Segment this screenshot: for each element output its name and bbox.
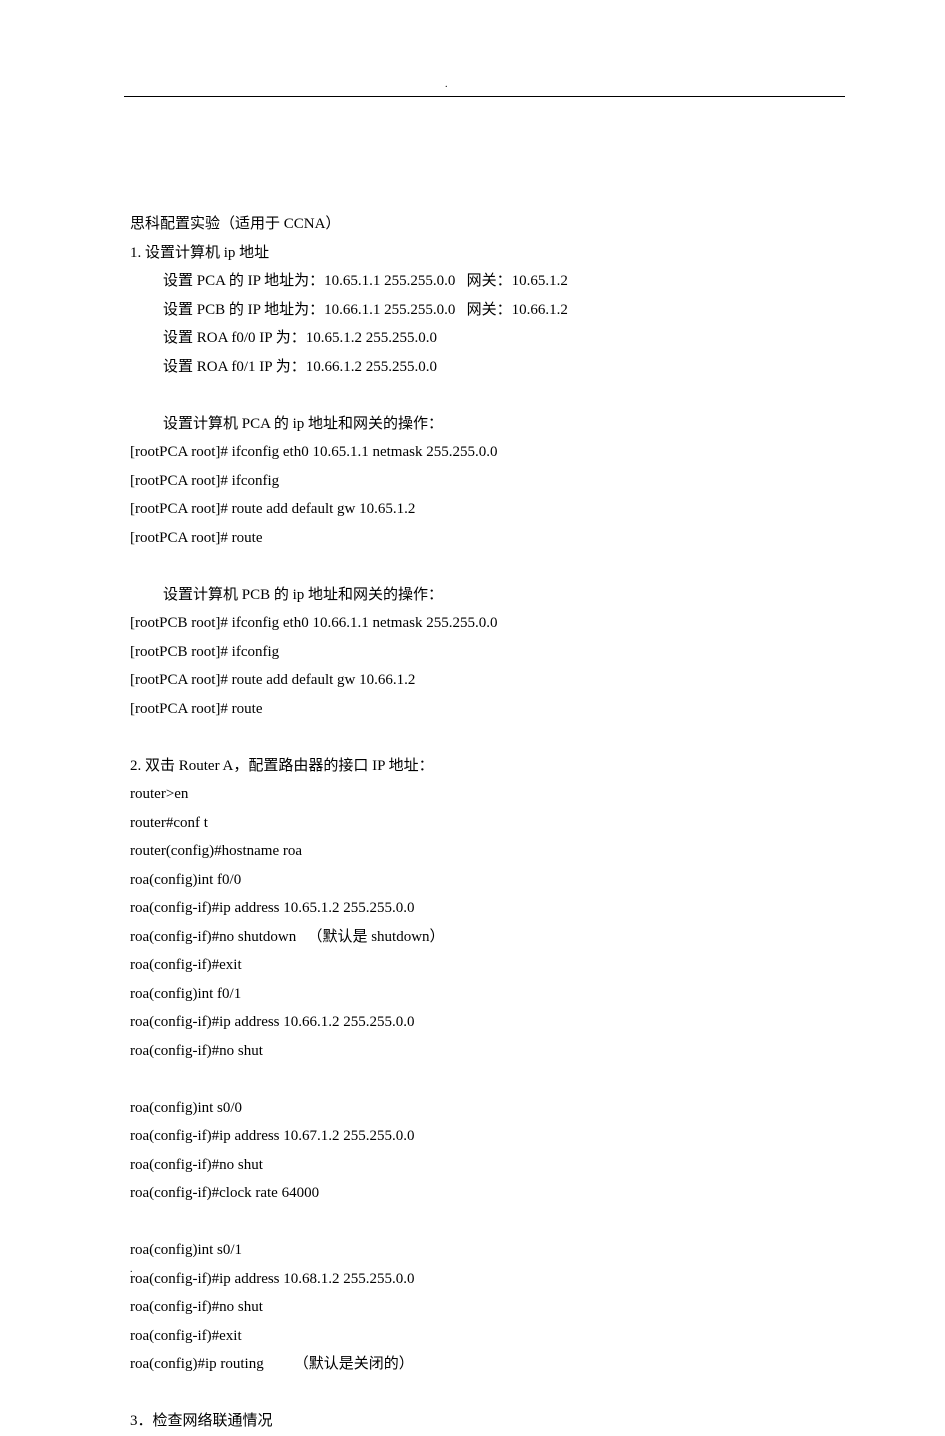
section-3-heading: 3．检查网络联通情况 [130, 1407, 845, 1436]
header-rule [124, 96, 845, 97]
cli-line: roa(config-if)#no shutdown （默认是 shutdown… [130, 923, 845, 952]
cli-line: roa(config-if)#exit [130, 1322, 845, 1351]
terminal-line: [rootPCA root]# route [130, 695, 845, 724]
cli-line: roa(config)#ip routing （默认是关闭的） [130, 1350, 845, 1379]
section-1-heading: 1. 设置计算机 ip 地址 [130, 239, 845, 268]
cli-line: roa(config-if)#no shut [130, 1037, 845, 1066]
terminal-line: [rootPCA root]# ifconfig eth0 10.65.1.1 … [130, 438, 845, 467]
config-line: 设置 PCA 的 IP 地址为：10.65.1.1 255.255.0.0 网关… [130, 267, 845, 296]
cli-line: roa(config-if)#no shut [130, 1151, 845, 1180]
config-line: 设置 PCB 的 IP 地址为：10.66.1.1 255.255.0.0 网关… [130, 296, 845, 325]
cli-line: roa(config-if)#ip address 10.66.1.2 255.… [130, 1008, 845, 1037]
config-line: 设置 ROA f0/0 IP 为：10.65.1.2 255.255.0.0 [130, 324, 845, 353]
terminal-line: [rootPCB root]# ifconfig eth0 10.66.1.1 … [130, 609, 845, 638]
cli-line: roa(config)int f0/1 [130, 980, 845, 1009]
cli-line: roa(config)int s0/1 [130, 1236, 845, 1265]
document-body: 思科配置实验（适用于 CCNA） 1. 设置计算机 ip 地址 设置 PCA 的… [0, 60, 945, 1436]
cli-line: roa(config)int f0/0 [130, 866, 845, 895]
pca-heading: 设置计算机 PCA 的 ip 地址和网关的操作： [130, 410, 845, 439]
cli-line: roa(config-if)#ip address 10.67.1.2 255.… [130, 1122, 845, 1151]
terminal-line: [rootPCB root]# ifconfig [130, 638, 845, 667]
cli-line: router#conf t [130, 809, 845, 838]
terminal-line: [rootPCA root]# route add default gw 10.… [130, 666, 845, 695]
cli-line: roa(config-if)#ip address 10.68.1.2 255.… [130, 1265, 845, 1294]
cli-line: roa(config-if)#ip address 10.65.1.2 255.… [130, 894, 845, 923]
cli-line: roa(config-if)#no shut [130, 1293, 845, 1322]
cli-line: router>en [130, 780, 845, 809]
footer-mark: . [130, 1260, 133, 1279]
terminal-line: [rootPCA root]# ifconfig [130, 467, 845, 496]
cli-line: router(config)#hostname roa [130, 837, 845, 866]
terminal-line: [rootPCA root]# route [130, 524, 845, 553]
section-2-heading: 2. 双击 Router A，配置路由器的接口 IP 地址： [130, 752, 845, 781]
doc-title: 思科配置实验（适用于 CCNA） [130, 210, 845, 239]
header-mark: . [445, 75, 448, 94]
cli-line: roa(config-if)#clock rate 64000 [130, 1179, 845, 1208]
cli-line: roa(config-if)#exit [130, 951, 845, 980]
config-line: 设置 ROA f0/1 IP 为：10.66.1.2 255.255.0.0 [130, 353, 845, 382]
terminal-line: [rootPCA root]# route add default gw 10.… [130, 495, 845, 524]
pcb-heading: 设置计算机 PCB 的 ip 地址和网关的操作： [130, 581, 845, 610]
cli-line: roa(config)int s0/0 [130, 1094, 845, 1123]
